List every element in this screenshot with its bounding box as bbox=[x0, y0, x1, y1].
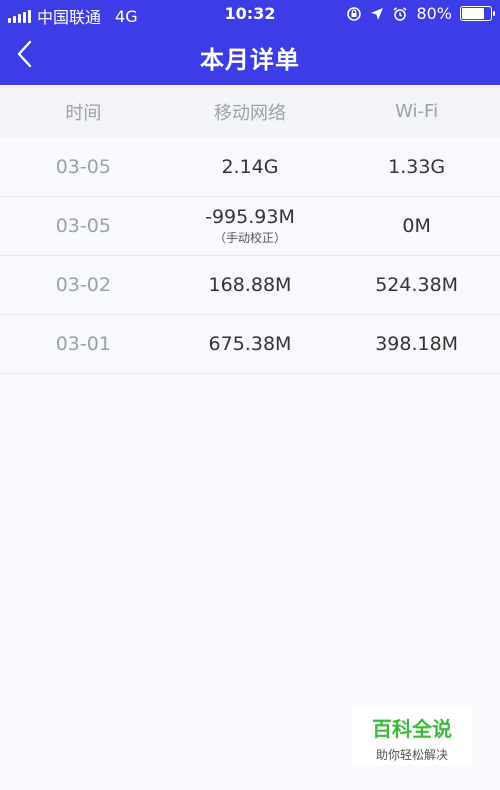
orientation-lock-icon bbox=[347, 6, 362, 21]
row-mobile: 675.38M bbox=[208, 333, 292, 355]
page-title: 本月详单 bbox=[200, 46, 300, 74]
table-row: 03-02 168.88M 524.38M bbox=[0, 256, 500, 315]
table-row: 03-01 675.38M 398.18M bbox=[0, 315, 500, 374]
row-wifi: 524.38M bbox=[375, 274, 459, 296]
navbar: 本月详单 bbox=[0, 28, 500, 85]
watermark-logo: 百科全说 助你轻松解决 bbox=[352, 705, 472, 765]
battery-percent: 80% bbox=[416, 4, 452, 23]
header-mobile: 移动网络 bbox=[213, 102, 286, 124]
header-time: 时间 bbox=[65, 102, 102, 124]
battery-icon bbox=[460, 6, 495, 21]
header-wifi: Wi-Fi bbox=[395, 101, 439, 122]
row-wifi: 398.18M bbox=[375, 333, 459, 355]
battery-fill bbox=[462, 8, 484, 19]
row-mobile-cell: -995.93M （手动校正） bbox=[167, 206, 334, 246]
status-bar: 中国联通 4G 10:32 80% bbox=[0, 0, 500, 28]
table-row: 03-05 -995.93M （手动校正） 0M bbox=[0, 197, 500, 256]
table-row: 03-05 2.14G 1.33G bbox=[0, 138, 500, 197]
row-mobile: 168.88M bbox=[208, 274, 292, 296]
row-date: 03-05 bbox=[55, 215, 111, 237]
top-bar: 中国联通 4G 10:32 80% 本月详单 bbox=[0, 0, 500, 85]
row-mobile: 2.14G bbox=[221, 156, 279, 178]
alarm-icon bbox=[393, 6, 407, 21]
status-right: 80% bbox=[346, 4, 495, 23]
watermark-brand: 百科全说 bbox=[372, 717, 452, 741]
row-mobile-note: （手动校正） bbox=[213, 231, 286, 245]
row-date: 03-05 bbox=[55, 156, 111, 178]
location-arrow-icon bbox=[371, 7, 384, 20]
row-wifi: 0M bbox=[402, 215, 431, 237]
row-mobile: -995.93M bbox=[205, 206, 295, 228]
row-date: 03-02 bbox=[55, 274, 111, 296]
row-date: 03-01 bbox=[55, 333, 111, 355]
row-wifi: 1.33G bbox=[388, 156, 446, 178]
usage-table: 03-05 2.14G 1.33G 03-05 -995.93M （手动校正） … bbox=[0, 138, 500, 374]
watermark-sub: 助你轻松解决 bbox=[375, 748, 448, 762]
table-header: 时间 移动网络 Wi-Fi bbox=[0, 85, 500, 139]
